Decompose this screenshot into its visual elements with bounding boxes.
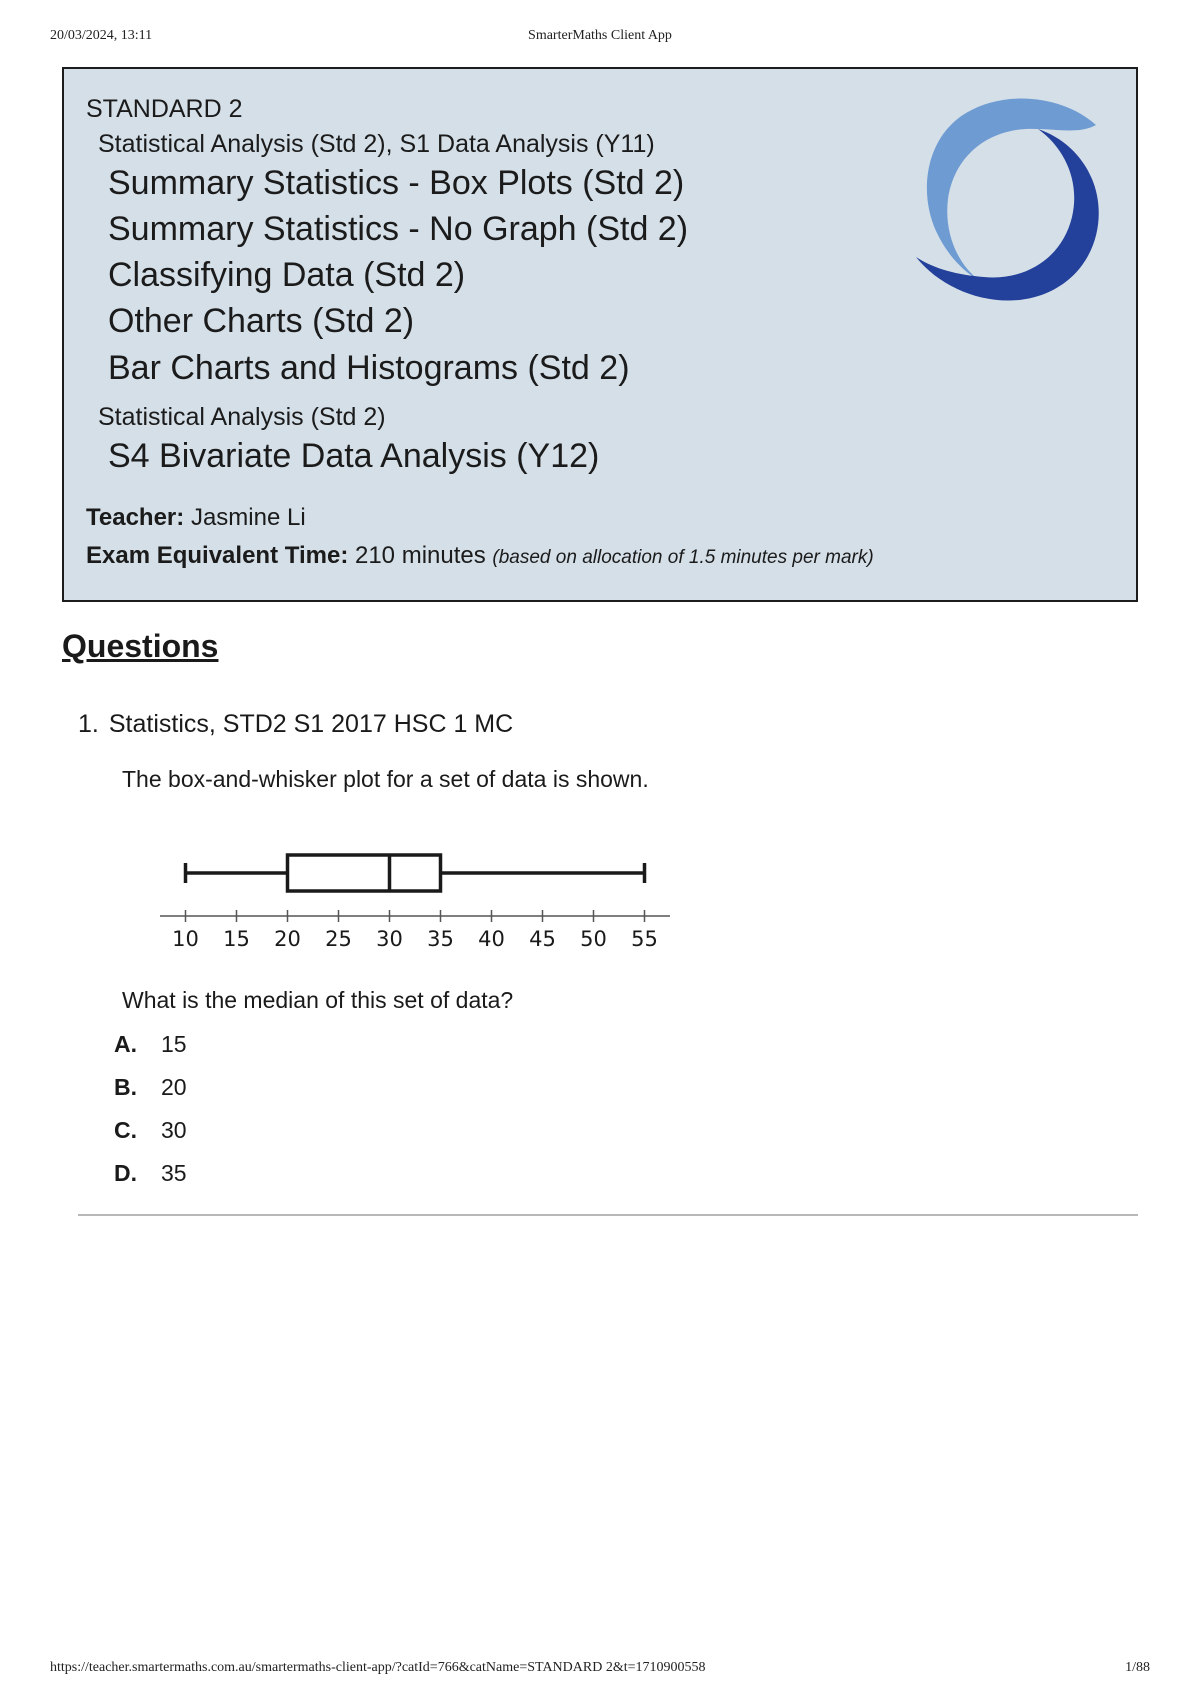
topic-line: Summary Statistics - Box Plots (Std 2) — [108, 164, 685, 202]
topic-line: Classifying Data (Std 2) — [108, 256, 466, 294]
exam-time-label: Exam Equivalent Time: — [86, 542, 349, 569]
teacher-label: Teacher: — [86, 504, 185, 531]
option-letter: C. — [114, 1117, 137, 1143]
exam-time-line: Exam Equivalent Time: 210 minutes (based… — [86, 542, 874, 570]
page-number: 1/88 — [1125, 1660, 1150, 1675]
topic-line: Summary Statistics - No Graph (Std 2) — [108, 210, 689, 248]
exam-time-value: 210 minutes — [354, 542, 486, 569]
option-value: 20 — [161, 1074, 187, 1100]
option-letter: D. — [114, 1160, 137, 1186]
exam-time-note: (based on allocation of 1.5 minutes per … — [492, 547, 874, 568]
option-value: 30 — [161, 1117, 187, 1143]
course-title: STANDARD 2 — [86, 95, 243, 123]
print-url: https://teacher.smartermaths.com.au/smar… — [50, 1660, 706, 1675]
category-line: Statistical Analysis (Std 2), S1 Data An… — [98, 130, 655, 158]
axis-tick-label: 40 — [478, 927, 505, 951]
box-whisker-plot: 10 15 20 25 30 35 40 45 50 55 — [160, 853, 670, 951]
question-title: 1. Statistics, STD2 S1 2017 HSC 1 MC — [78, 710, 513, 739]
topic-line: Bar Charts and Histograms (Std 2) — [108, 349, 630, 387]
option-letter: A. — [114, 1031, 137, 1057]
axis-tick-label: 15 — [223, 927, 250, 951]
option-letter: B. — [114, 1074, 137, 1100]
worksheet-banner: STANDARD 2 Statistical Analysis (Std 2),… — [62, 67, 1138, 602]
questions-heading: Questions — [62, 628, 219, 664]
category-line: Statistical Analysis (Std 2) — [98, 403, 386, 431]
question-divider — [78, 1214, 1138, 1216]
axis-tick-label: 30 — [376, 927, 403, 951]
question-text: The box-and-whisker plot for a set of da… — [122, 766, 649, 792]
smartermaths-logo-icon — [916, 98, 1099, 301]
question-prompt: What is the median of this set of data? — [122, 987, 514, 1013]
axis-tick-label: 10 — [172, 927, 199, 951]
print-title: SmarterMaths Client App — [528, 28, 672, 43]
topic-line: Other Charts (Std 2) — [108, 302, 415, 340]
teacher-line: Teacher: Jasmine Li — [86, 504, 306, 532]
axis-tick-label: 45 — [529, 927, 556, 951]
option-value: 15 — [161, 1031, 187, 1057]
axis-tick-label: 55 — [631, 927, 658, 951]
option-value: 35 — [161, 1160, 187, 1186]
question-number: 1. — [78, 710, 99, 738]
axis-tick-label: 35 — [427, 927, 454, 951]
teacher-name: Jasmine Li — [190, 504, 306, 531]
question-title-text: Statistics, STD2 S1 2017 HSC 1 MC — [108, 710, 514, 738]
interquartile-box — [285, 853, 443, 893]
topic-line: S4 Bivariate Data Analysis (Y12) — [108, 437, 600, 475]
axis-tick-label: 25 — [325, 927, 352, 951]
axis-tick-label: 20 — [274, 927, 301, 951]
axis-tick-label: 50 — [580, 927, 607, 951]
